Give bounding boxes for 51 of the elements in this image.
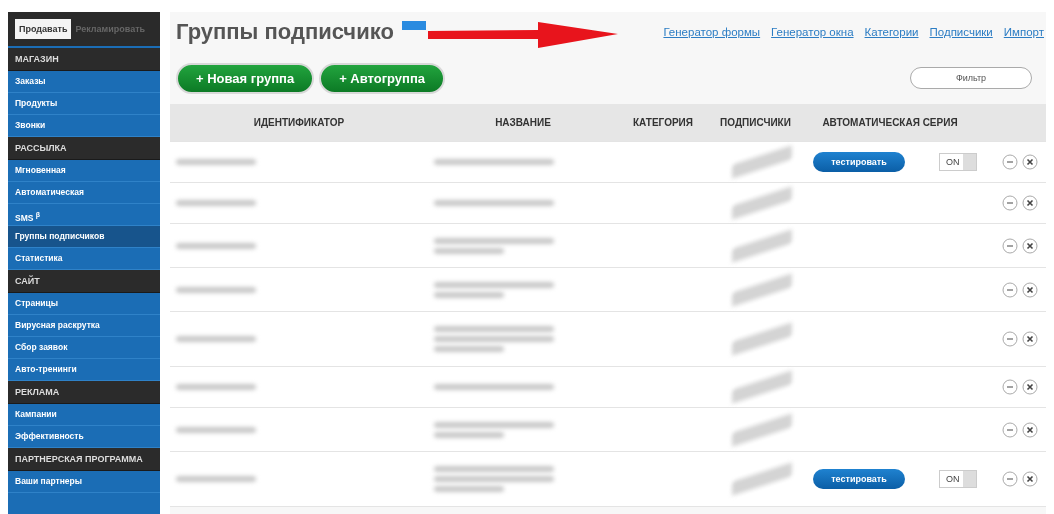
- nav-link[interactable]: Генератор формы: [663, 26, 761, 38]
- sidebar-item[interactable]: Сбор заявок: [8, 337, 160, 359]
- blurred-text: [434, 431, 504, 438]
- test-button[interactable]: тестировать: [813, 152, 905, 172]
- close-icon[interactable]: [1022, 379, 1038, 395]
- sidebar-item[interactable]: Вирусная раскрутка: [8, 315, 160, 337]
- section-header: РЕКЛАМА: [8, 381, 160, 404]
- blurred-text: [434, 486, 504, 492]
- column-header: ПОДПИСЧИКИ: [719, 117, 792, 128]
- blurred-text: [434, 346, 504, 352]
- column-header: КАТЕГОРИЯ: [632, 117, 694, 128]
- sidebar-item[interactable]: Ваши партнеры: [8, 471, 160, 493]
- blurred-text: [731, 145, 792, 179]
- close-icon[interactable]: [1022, 471, 1038, 487]
- close-icon[interactable]: [1022, 237, 1038, 254]
- sidebar-item[interactable]: Кампании: [8, 404, 160, 426]
- section-header: САЙТ: [8, 270, 160, 293]
- sidebar-item[interactable]: Группы подписчиков: [8, 226, 160, 248]
- add-group-button[interactable]: + Автогруппа: [319, 62, 446, 94]
- blurred-text: [434, 247, 504, 254]
- add-group-button[interactable]: + Новая группа: [176, 62, 315, 94]
- blurred-text: [731, 186, 792, 220]
- test-button[interactable]: тестировать: [813, 469, 905, 489]
- close-icon[interactable]: [1022, 281, 1038, 298]
- column-header: АВТОМАТИЧЕСКАЯ СЕРИЯ: [821, 117, 959, 128]
- section-header: МАГАЗИН: [8, 48, 160, 71]
- filter-button[interactable]: Фильтр: [910, 67, 1032, 89]
- nav-link[interactable]: Подписчики: [929, 26, 993, 38]
- blurred-text: [434, 291, 504, 298]
- on-off-toggle[interactable]: ON: [939, 153, 977, 171]
- blurred-text: [731, 370, 792, 404]
- section-header: ПАРТНЕРСКАЯ ПРОГРАММА: [8, 448, 160, 471]
- sidebar-item[interactable]: Продукты: [8, 93, 160, 115]
- close-icon[interactable]: [1022, 331, 1038, 347]
- sidebar-item[interactable]: Автоматическая: [8, 182, 160, 204]
- sidebar-item[interactable]: Страницы: [8, 293, 160, 315]
- nav-link[interactable]: Генератор окна: [771, 26, 854, 38]
- sidebar-item[interactable]: Заказы: [8, 71, 160, 93]
- page-title: Группы подписчико: [176, 19, 394, 45]
- nav-link[interactable]: Импорт: [1003, 26, 1044, 38]
- close-icon[interactable]: [1022, 195, 1038, 211]
- nav-link[interactable]: Категории: [864, 26, 919, 38]
- mode-tab[interactable]: Продавать: [15, 19, 72, 39]
- on-off-toggle[interactable]: ON: [939, 470, 977, 488]
- video-badge: [401, 20, 426, 30]
- column-header: ИДЕНТИФИКАТОР: [252, 117, 346, 128]
- close-icon[interactable]: [1022, 154, 1038, 170]
- close-icon[interactable]: [1022, 421, 1038, 438]
- sidebar-item[interactable]: Мгновенная: [8, 160, 160, 182]
- section-header: РАССЫЛКА: [8, 137, 160, 160]
- column-header: НАЗВАНИЕ: [494, 117, 552, 128]
